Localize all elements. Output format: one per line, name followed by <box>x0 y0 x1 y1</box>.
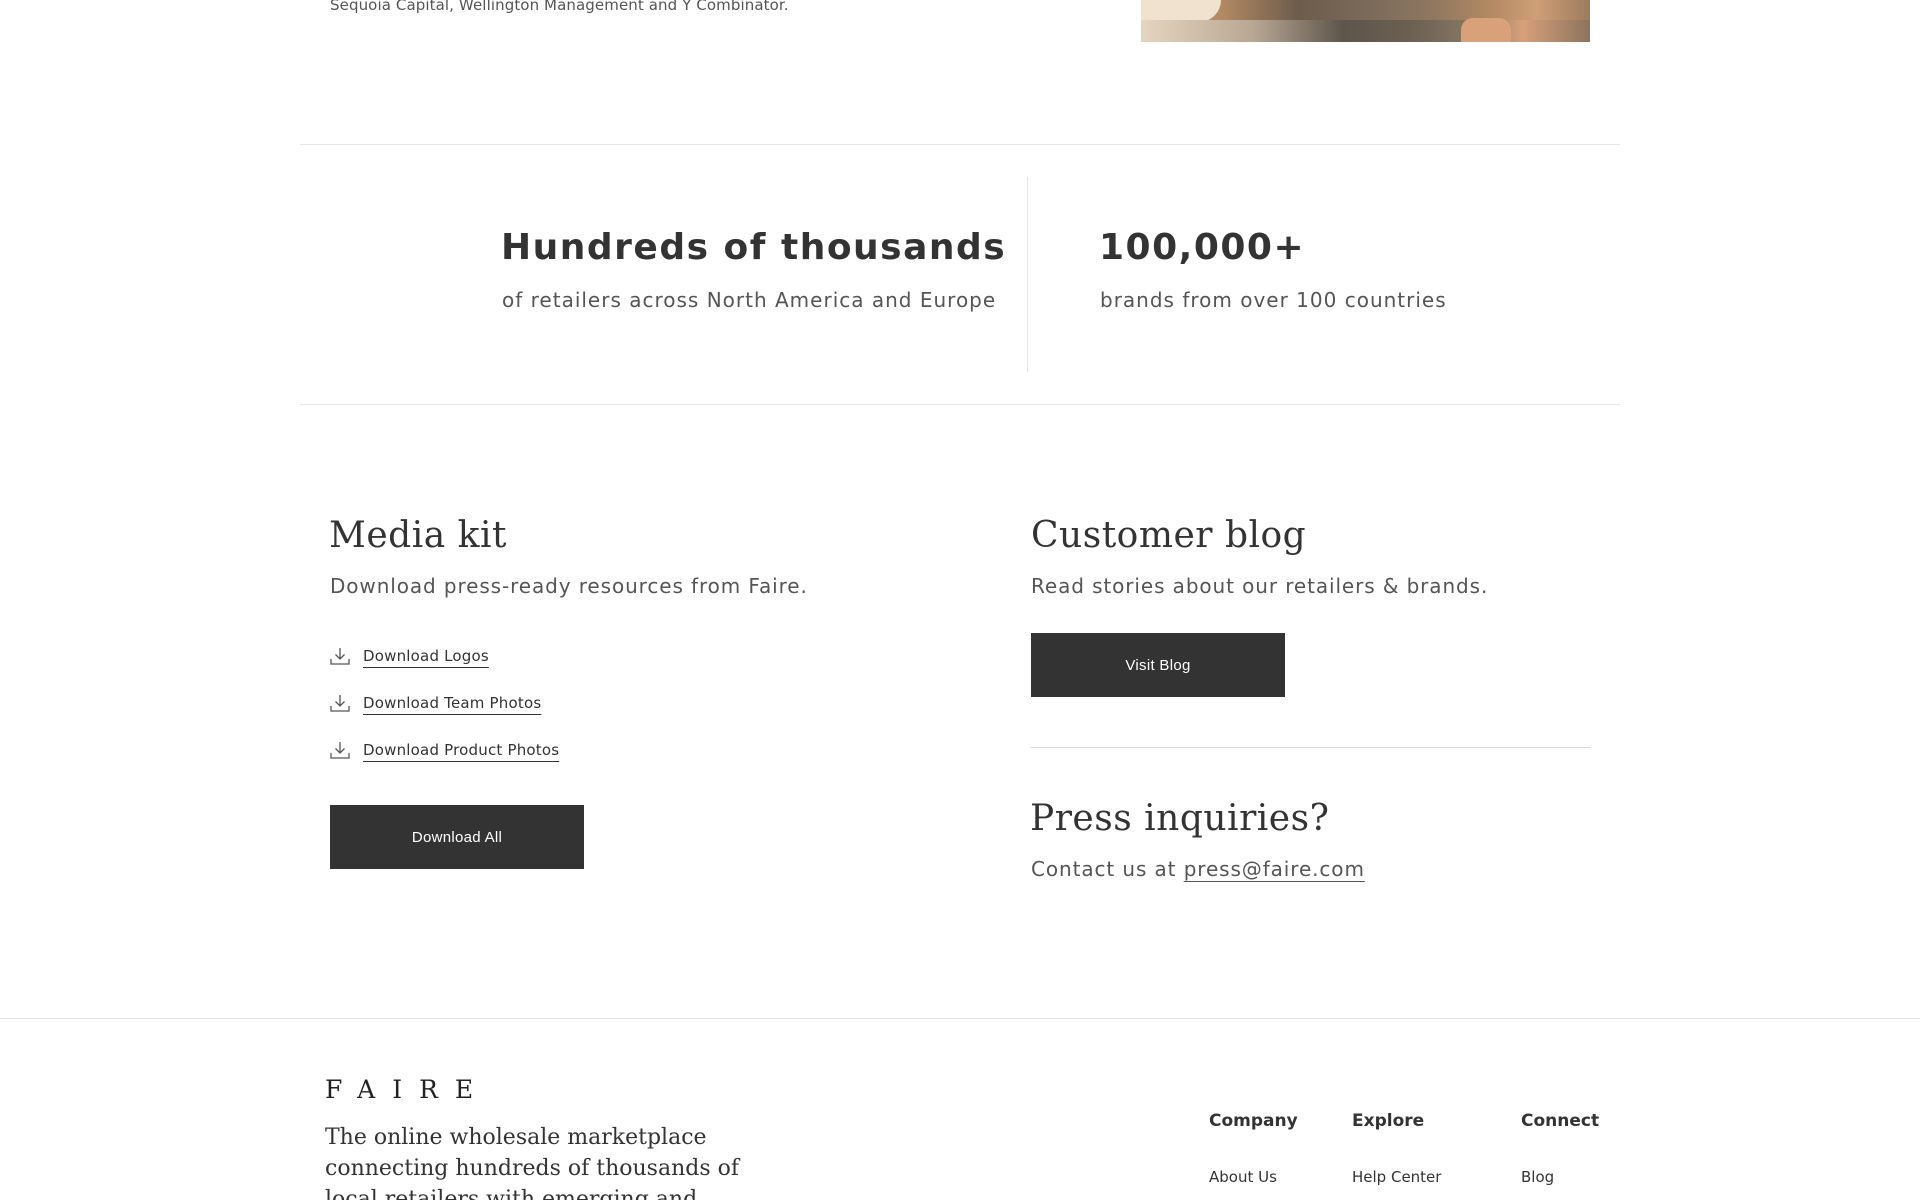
press-inquiries-title: Press inquiries? <box>1030 798 1330 839</box>
download-team-photos-item[interactable]: Download Team Photos <box>330 679 559 726</box>
customer-blog-subtitle: Read stories about our retailers & brand… <box>1031 574 1489 598</box>
download-logos-item[interactable]: Download Logos <box>330 632 559 679</box>
footer-heading-connect: Connect <box>1521 1111 1600 1131</box>
stat-retailers-subtitle: of retailers across North America and Eu… <box>502 288 997 312</box>
stat-retailers-title: Hundreds of thousands <box>501 227 1007 268</box>
customer-blog-title: Customer blog <box>1031 515 1307 556</box>
footer-link-help-center[interactable]: Help Center <box>1352 1168 1441 1186</box>
stats-column-divider <box>1027 177 1028 372</box>
download-links: Download Logos Download Team Photos Down… <box>330 632 559 773</box>
stats-bottom-divider <box>300 404 1620 405</box>
hero-photo <box>1141 0 1590 42</box>
photo-floor <box>1141 20 1590 42</box>
footer-link-about-us[interactable]: About Us <box>1209 1168 1277 1186</box>
footer-heading-explore: Explore <box>1352 1111 1425 1131</box>
download-icon <box>330 740 350 760</box>
download-product-photos-item[interactable]: Download Product Photos <box>330 726 559 773</box>
download-product-photos-link[interactable]: Download Product Photos <box>363 741 559 759</box>
stat-brands-subtitle: brands from over 100 countries <box>1100 288 1447 312</box>
photo-foot <box>1461 18 1511 42</box>
press-email-link[interactable]: press@faire.com <box>1184 857 1365 881</box>
download-icon <box>330 693 350 713</box>
download-icon <box>330 646 350 666</box>
visit-blog-button[interactable]: Visit Blog <box>1031 633 1285 697</box>
faire-logo[interactable]: FAIRE <box>325 1075 490 1104</box>
download-logos-link[interactable]: Download Logos <box>363 647 489 665</box>
stat-brands-title: 100,000+ <box>1099 227 1306 268</box>
footer-top-divider <box>0 1018 1920 1019</box>
press-contact-line: Contact us at press@faire.com <box>1031 857 1365 881</box>
footer-link-blog[interactable]: Blog <box>1521 1168 1554 1186</box>
press-contact-prefix: Contact us at <box>1031 857 1184 881</box>
footer-heading-company: Company <box>1209 1111 1298 1131</box>
download-all-button[interactable]: Download All <box>330 805 584 869</box>
investors-caption: Sequoia Capital, Wellington Management a… <box>330 0 789 14</box>
media-kit-title: Media kit <box>329 515 507 556</box>
photo-hand <box>1141 0 1221 22</box>
download-team-photos-link[interactable]: Download Team Photos <box>363 694 541 712</box>
media-kit-subtitle: Download press-ready resources from Fair… <box>330 574 808 598</box>
blog-press-divider <box>1031 747 1591 748</box>
footer-tagline: The online wholesale marketplace connect… <box>325 1125 739 1200</box>
stats-top-divider <box>300 144 1620 145</box>
